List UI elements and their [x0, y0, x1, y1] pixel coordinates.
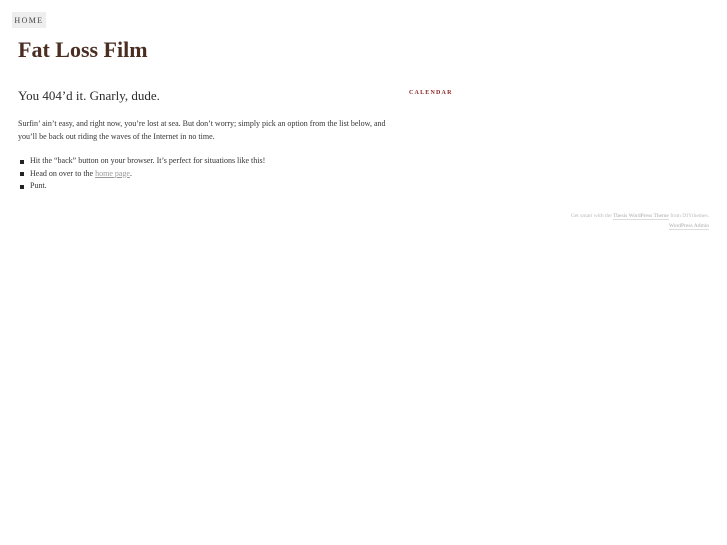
square-bullet-icon [20, 172, 24, 176]
square-bullet-icon [20, 159, 24, 164]
thesis-theme-link[interactable]: Thesis WordPress Theme [612, 213, 669, 220]
page-heading: You 404’d it. Gnarly, dude. [18, 88, 160, 103]
footer-prefix: Get smart with the [570, 213, 613, 219]
footer: Get smart with the Thesis WordPress Them… [571, 211, 709, 231]
nav-home-link[interactable]: HOME [12, 12, 46, 28]
intro-paragraph: Surfin’ ain’t easy, and right now, you’r… [18, 119, 386, 141]
options-list: Hit the “back” button on your browser. I… [18, 155, 265, 193]
home-page-link[interactable]: home page [95, 169, 130, 178]
wordpress-admin-link[interactable]: WordPress Admin [668, 223, 709, 230]
list-item: Hit the “back” button on your browser. I… [18, 155, 265, 168]
footer-middle: from DIYthemes. [668, 213, 709, 219]
option-home-prefix: Head on over to the [30, 168, 96, 178]
calendar-heading: CALENDAR [409, 90, 453, 96]
option-home-suffix: . [129, 168, 132, 178]
option-punt-text: Punt. [30, 181, 47, 190]
list-item: Punt. [18, 180, 265, 193]
list-item: Head on over to the home page. [18, 168, 265, 181]
footer-credit-line: Get smart with the Thesis WordPress Them… [571, 211, 709, 221]
site-title[interactable]: Fat Loss Film [18, 37, 148, 63]
option-back-text: Hit the “back” button on your browser. I… [30, 156, 266, 165]
square-bullet-icon [20, 184, 24, 189]
footer-admin-line: WordPress Admin [571, 221, 709, 231]
